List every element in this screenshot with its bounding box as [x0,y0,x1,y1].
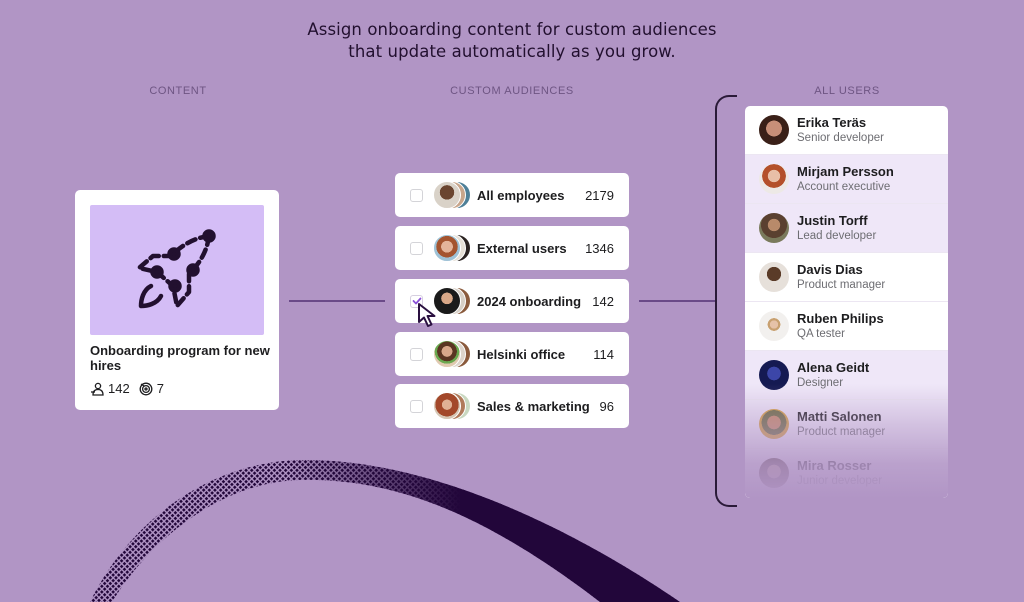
user-name: Erika Teräs [797,114,867,130]
connector-audiences-users [639,300,717,302]
users-bracket [715,95,737,507]
user-row[interactable]: Ruben Philips QA tester [745,302,948,351]
user-avatar [759,262,789,292]
user-name: Mirjam Persson [797,163,894,179]
user-list: Erika Teräs Senior developer Mirjam Perss… [745,106,948,498]
content-title: Onboarding program for new hires [90,343,270,373]
user-role: QA tester [797,327,845,340]
audience-name: Helsinki office [477,346,566,362]
user-name: Davis Dias [797,261,863,277]
audience-avatars [433,234,471,262]
user-name: Justin Torff [797,212,868,228]
user-role: Product manager [797,425,886,438]
user-role: Account executive [797,180,891,193]
audience-item[interactable]: External users 1346 [395,226,629,270]
headline-line-2: that update automatically as you grow. [348,42,676,61]
user-name: Alena Geidt [797,359,870,375]
content-card[interactable]: Onboarding program for new hires 142 7 [75,190,279,410]
audience-name: Sales & marketing [477,398,590,414]
user-role: Lead developer [797,229,877,242]
audience-checkbox[interactable] [410,347,423,361]
user-avatar [759,213,789,243]
column-label-content: CONTENT [149,85,207,97]
audience-count: 142 [592,293,614,309]
headline-line-1: Assign onboarding content for custom aud… [307,20,717,39]
learners-value: 142 [108,381,130,396]
audience-avatars [433,181,471,209]
user-row[interactable]: Matti Salonen Product manager [745,400,948,449]
rocket-icon [136,229,216,309]
tasks-value: 7 [156,381,164,396]
user-role: Product manager [797,278,886,291]
column-label-audiences: CUSTOM AUDIENCES [450,85,574,97]
audience-checkbox[interactable] [410,241,423,255]
audience-item[interactable]: Sales & marketing 96 [395,384,629,428]
user-name: Matti Salonen [797,408,882,424]
user-row[interactable]: Erika Teräs Senior developer [745,106,948,155]
user-row[interactable]: Mirjam Persson Account executive [745,155,948,204]
connector-content-audiences [289,300,385,302]
audience-checkbox[interactable] [410,399,423,413]
audience-count: 114 [593,346,614,362]
user-row[interactable]: Justin Torff Lead developer [745,204,948,253]
user-avatar [759,360,789,390]
user-avatar [759,164,789,194]
audience-count: 1346 [585,240,614,256]
user-role: Designer [797,376,844,389]
content-meta: 142 7 [90,381,173,396]
audience-item[interactable]: Helsinki office 114 [395,332,629,376]
tasks-count: 7 [139,381,164,396]
user-avatar [759,115,789,145]
audience-avatars [433,340,471,368]
audience-name: External users [477,240,567,256]
audience-avatars [433,392,471,420]
user-avatar [759,311,789,341]
user-row[interactable]: Davis Dias Product manager [745,253,948,302]
decorative-swoosh [90,460,680,602]
audience-checkbox[interactable] [410,188,423,202]
learners-icon [91,382,104,396]
audience-count: 2179 [585,187,614,203]
audience-item[interactable]: All employees 2179 [395,173,629,217]
target-icon [139,382,153,395]
user-name: Ruben Philips [797,310,884,326]
mouse-cursor-icon [418,303,436,327]
content-thumbnail [90,205,264,335]
headline: Assign onboarding content for custom aud… [0,19,1024,63]
audience-count: 96 [599,398,614,414]
audience-name: 2024 onboarding [477,293,582,309]
user-avatar [759,409,789,439]
column-label-users: ALL USERS [814,85,880,97]
user-role: Senior developer [797,131,884,144]
user-row[interactable]: Alena Geidt Designer [745,351,948,400]
audience-name: All employees [477,187,565,203]
learners-count: 142 [90,381,130,396]
